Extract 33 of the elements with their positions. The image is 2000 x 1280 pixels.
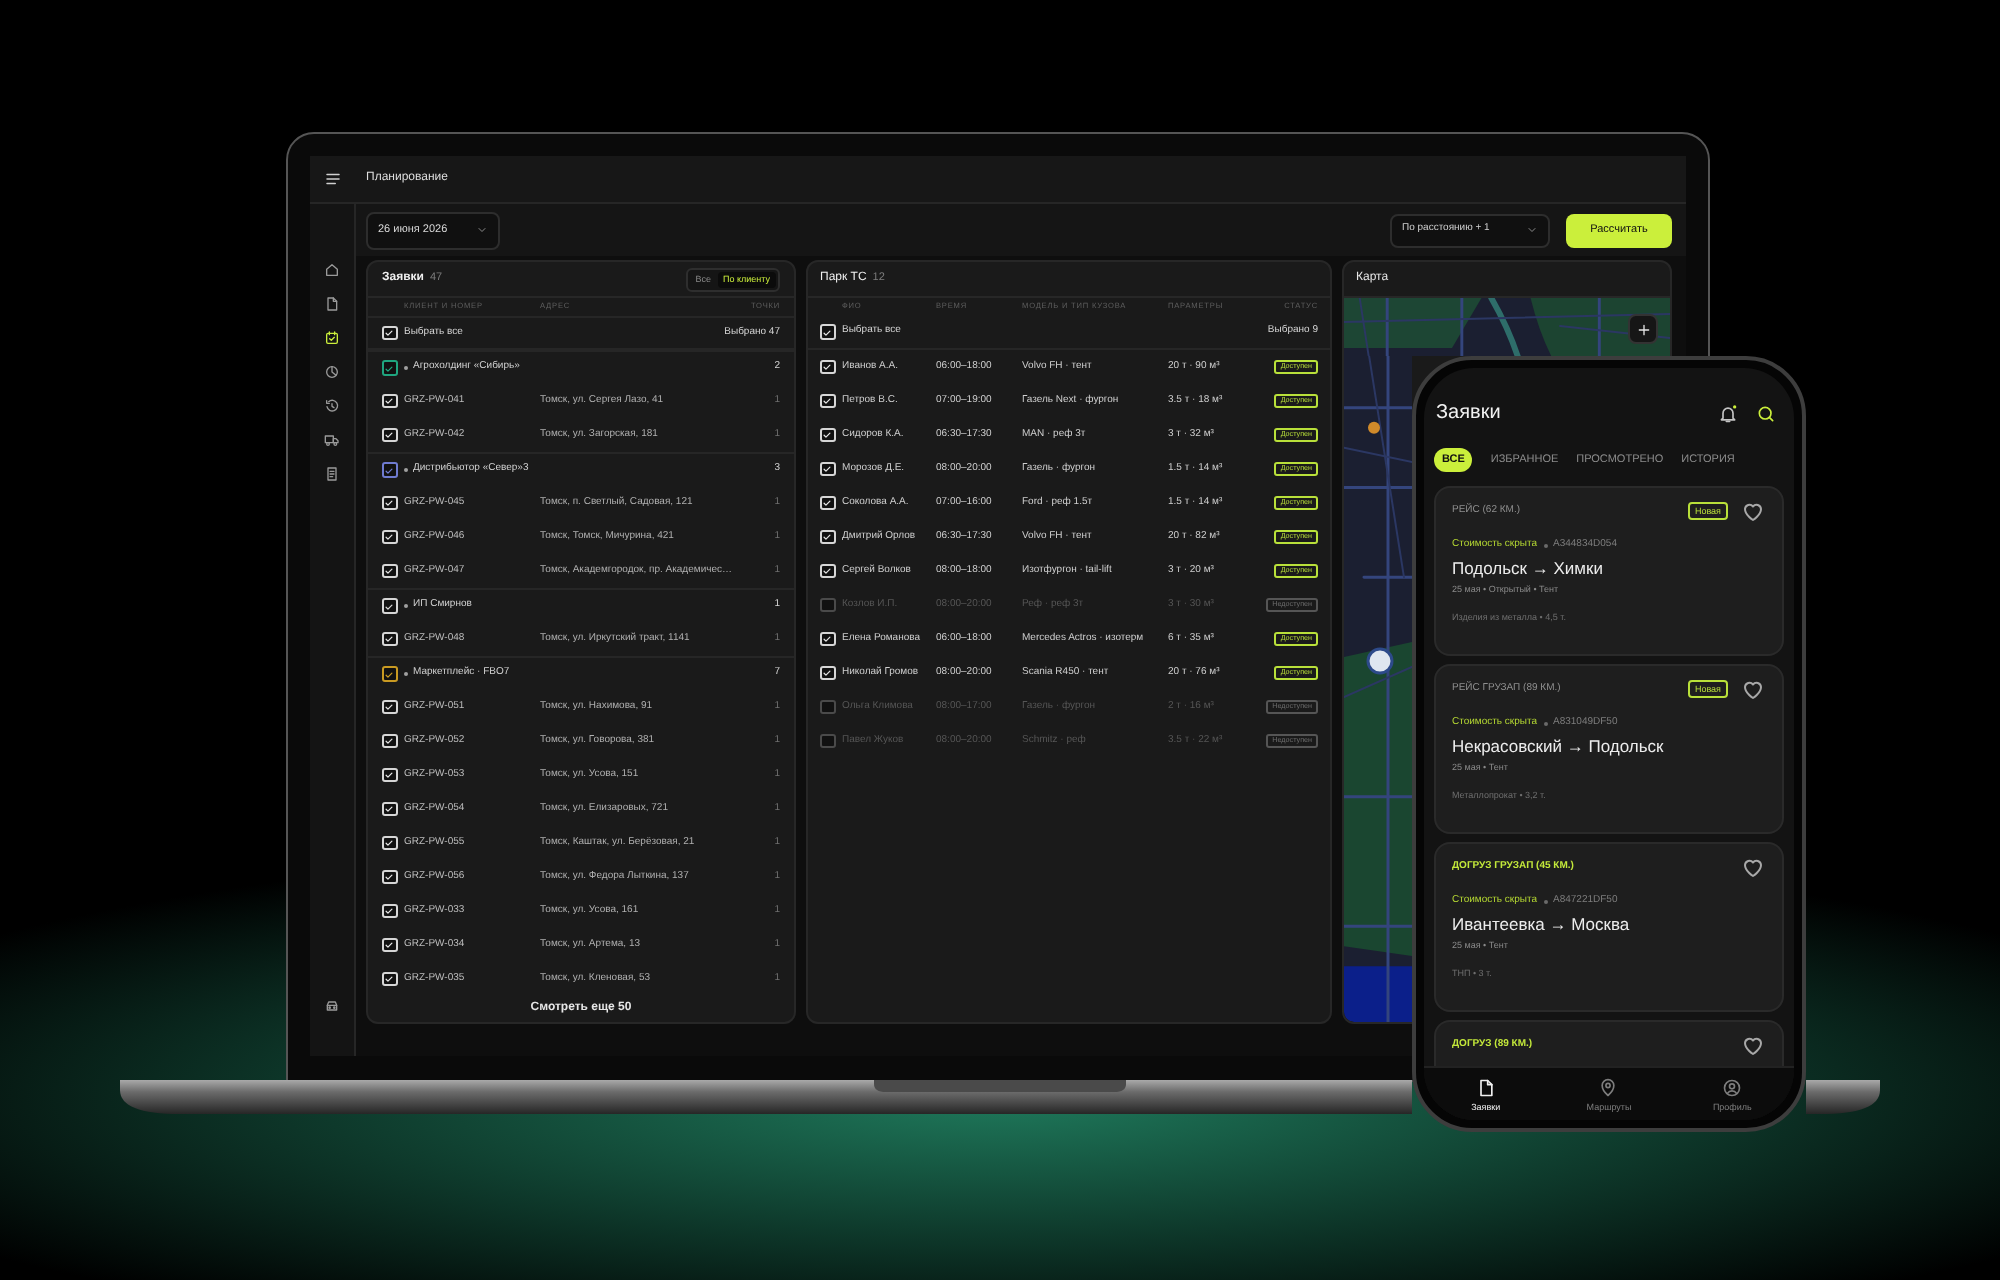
route-text: Ивантеевка → Москва	[1452, 914, 1632, 934]
user-icon	[1722, 1077, 1743, 1097]
menu-icon[interactable]	[324, 170, 342, 188]
heart-icon[interactable]	[1740, 677, 1766, 701]
route-text: Некрасовский → Подольск	[1452, 736, 1666, 756]
car-icon[interactable]	[324, 998, 340, 1014]
route-text: Подольск → Химки	[1452, 558, 1605, 578]
document-icon	[1475, 1077, 1496, 1097]
calendar-check-icon[interactable]	[324, 330, 340, 346]
zoom-in-button[interactable]	[1628, 314, 1658, 344]
chevron-down-icon	[476, 224, 488, 236]
laptop-base-drawing	[1806, 1080, 1880, 1114]
heart-icon[interactable]	[1740, 1033, 1766, 1057]
chevron-down-icon	[1526, 224, 1538, 236]
plus-icon	[1635, 321, 1651, 337]
bell-icon[interactable]	[1718, 404, 1738, 424]
heart-icon[interactable]	[1740, 855, 1766, 879]
clipboard-icon[interactable]	[324, 466, 340, 482]
checkbox[interactable]	[382, 360, 397, 376]
screen-title: Заявки	[1436, 402, 1501, 426]
checkbox[interactable]	[820, 597, 835, 613]
checkbox[interactable]	[382, 462, 397, 478]
checkbox[interactable]	[820, 733, 835, 749]
home-icon[interactable]	[324, 262, 340, 278]
truck-icon[interactable]	[324, 432, 340, 448]
checkbox[interactable]	[382, 666, 397, 682]
history-icon[interactable]	[324, 398, 340, 414]
search-icon[interactable]	[1756, 404, 1776, 424]
document-icon[interactable]	[324, 296, 340, 312]
pie-chart-icon[interactable]	[324, 364, 340, 380]
map-pin-icon	[1598, 1077, 1619, 1097]
heart-icon[interactable]	[1740, 499, 1766, 523]
checkbox[interactable]	[820, 699, 835, 715]
